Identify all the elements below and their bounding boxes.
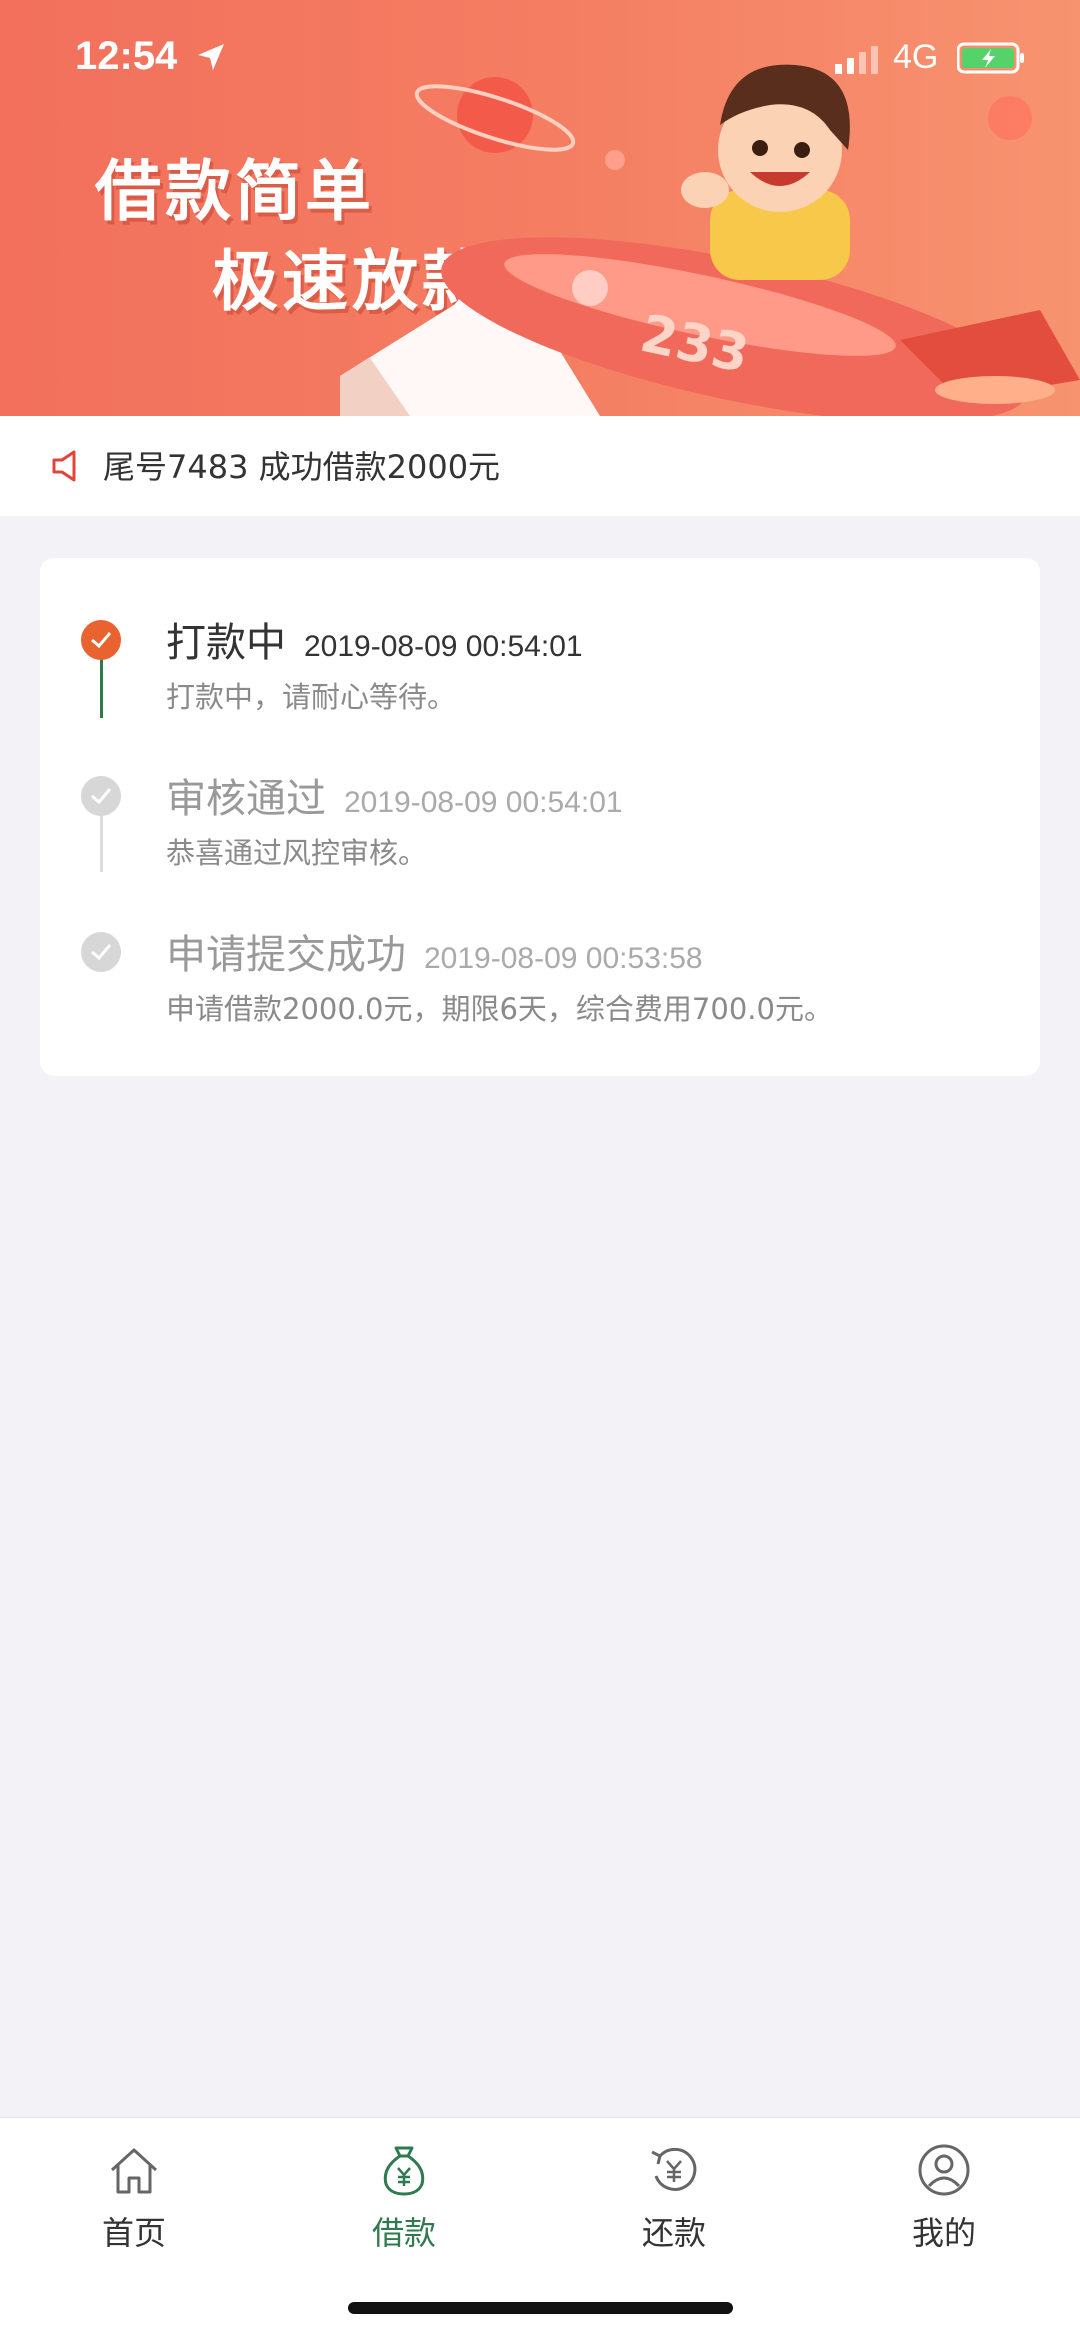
step-title-text: 申请提交成功 [166,932,406,978]
repay-icon [651,2147,697,2191]
megaphone-icon [52,450,76,482]
banner-headline: 借款简单 [95,153,375,230]
status-time: 12:54 [75,34,178,78]
step-desc: 恭喜通过风控审核。 [166,836,428,870]
step-desc: 打款中，请耐心等待。 [166,680,457,714]
tab-profile[interactable]: 我的 [884,2142,1004,2254]
rocket-boy-illustration: 233 [340,64,1080,416]
promo-banner[interactable]: 12:54 4G 借款简单 极速放款 233 [0,0,1080,416]
tab-loan[interactable]: 借款 [344,2142,464,2254]
step-check-icon [81,776,121,816]
step-desc: 申请借款2000.0元，期限6天，综合费用700.0元。 [166,992,833,1026]
home-indicator[interactable] [348,2302,733,2314]
tab-label: 借款 [371,2214,436,2252]
tab-home[interactable]: 首页 [74,2142,194,2254]
loan-progress-card: 打款中 2019-08-09 00:54:01 打款中，请耐心等待。 审核通过 20… [40,558,1040,1076]
tab-label: 还款 [641,2214,706,2252]
step-title: 申请提交成功 2019-08-09 00:53:58 [166,922,703,980]
step-time: 2019-08-09 00:53:58 [424,942,703,975]
step-time: 2019-08-09 00:54:01 [344,786,623,819]
timeline-line-active [100,658,103,718]
step-check-icon [81,932,121,972]
step-title: 打款中 2019-08-09 00:54:01 [166,610,583,668]
location-arrow-icon [198,44,224,70]
money-bag-icon [383,2146,425,2196]
step-title: 审核通过 2019-08-09 00:54:01 [166,766,623,824]
notice-bar[interactable]: 尾号7483 成功借款2000元 [0,416,1080,516]
notice-text: 尾号7483 成功借款2000元 [103,448,501,486]
step-title-text: 审核通过 [166,776,326,822]
step-time: 2019-08-09 00:54:01 [304,630,583,663]
profile-icon [918,2144,970,2196]
home-icon [110,2148,158,2194]
tab-label: 首页 [101,2214,166,2252]
tab-label: 我的 [911,2214,976,2252]
step-check-active-icon [81,620,121,660]
tab-repay[interactable]: 还款 [614,2142,734,2254]
step-title-text: 打款中 [166,620,286,666]
